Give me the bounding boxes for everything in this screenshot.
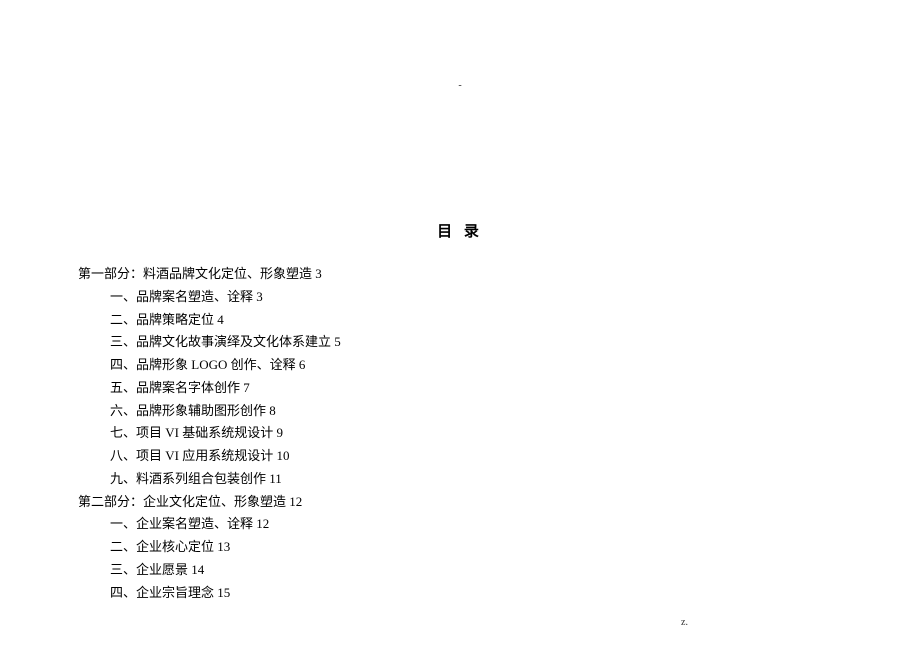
toc-item: 四、企业宗旨理念 15 [110,582,842,605]
toc-item: 一、品牌案名塑造、诠释 3 [110,286,842,309]
page-mark-bottom: z. [681,617,688,628]
toc-item: 六、品牌形象辅助图形创作 8 [110,400,842,423]
toc-item: 一、企业案名塑造、诠释 12 [110,513,842,536]
toc-item: 七、项目 VI 基础系统规设计 9 [110,422,842,445]
toc-title: 目 录 [78,220,842,241]
toc-item: 五、品牌案名字体创作 7 [110,377,842,400]
toc-item: 二、品牌策略定位 4 [110,309,842,332]
toc-section: 第二部分：企业文化定位、形象塑造 12 [78,491,842,514]
toc-item: 三、品牌文化故事演绎及文化体系建立 5 [110,331,842,354]
toc-item: 八、项目 VI 应用系统规设计 10 [110,445,842,468]
document-content: 目 录 第一部分：料酒品牌文化定位、形象塑造 3一、品牌案名塑造、诠释 3二、品… [78,220,842,604]
toc-item: 四、品牌形象 LOGO 创作、诠释 6 [110,354,842,377]
page-mark-top: - [458,80,461,91]
toc-item: 九、料酒系列组合包装创作 11 [110,468,842,491]
toc-list: 第一部分：料酒品牌文化定位、形象塑造 3一、品牌案名塑造、诠释 3二、品牌策略定… [78,263,842,604]
toc-item: 三、企业愿景 14 [110,559,842,582]
toc-section: 第一部分：料酒品牌文化定位、形象塑造 3 [78,263,842,286]
toc-item: 二、企业核心定位 13 [110,536,842,559]
